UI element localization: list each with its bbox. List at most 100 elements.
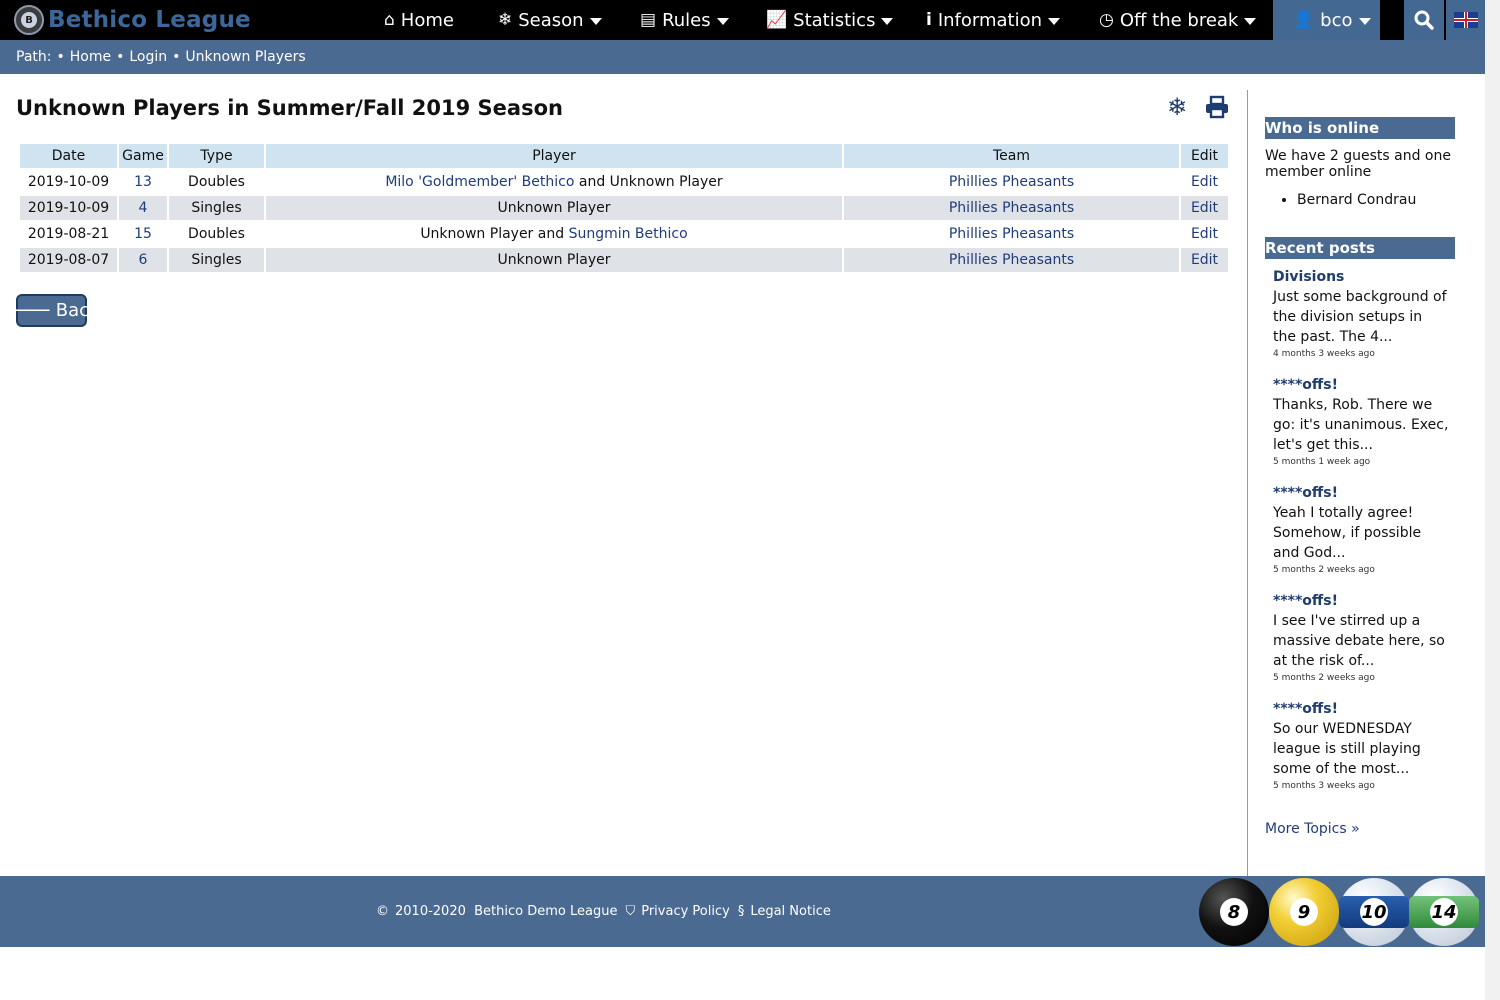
online-member: Bernard Condrau: [1297, 192, 1455, 208]
line-chart-icon: 📈: [766, 10, 788, 30]
column-header-game[interactable]: Game: [119, 144, 167, 168]
post-title-link[interactable]: ****offs!: [1273, 485, 1338, 501]
table-row: 2019-08-07 6 Singles Unknown Player Phil…: [20, 248, 1228, 272]
edit-link[interactable]: Edit: [1191, 252, 1218, 268]
recent-post: ****offs! I see I've stirred up a massiv…: [1273, 593, 1449, 683]
copyright-icon: ©: [376, 904, 389, 919]
print-icon[interactable]: [1204, 94, 1230, 120]
nav-season[interactable]: ❄ Season: [498, 0, 602, 40]
player-text: and Unknown Player: [574, 174, 723, 190]
recent-post: ****offs! Yeah I totally agree! Somehow,…: [1273, 485, 1449, 575]
post-title-link[interactable]: ****offs!: [1273, 701, 1338, 717]
page-scrollbar[interactable]: [1485, 0, 1500, 1000]
sidebar-divider: [1247, 90, 1248, 876]
recent-post: Divisions Just some background of the di…: [1273, 269, 1449, 359]
edit-link[interactable]: Edit: [1191, 174, 1218, 190]
eight-ball-icon: 8: [1199, 878, 1269, 946]
nav-off-the-break-label: Off the break: [1119, 9, 1239, 31]
team-link[interactable]: Phillies Pheasants: [949, 174, 1074, 190]
post-excerpt: Just some background of the division set…: [1273, 289, 1447, 345]
cell-type: Doubles: [169, 170, 264, 194]
search-button[interactable]: [1404, 0, 1444, 40]
copyright-text: 2010-2020 Bethico Demo League: [395, 904, 618, 919]
table-row: 2019-10-09 4 Singles Unknown Player Phil…: [20, 196, 1228, 220]
brand-logo[interactable]: B Bethico League: [14, 5, 251, 35]
online-members-list: Bernard Condrau: [1265, 192, 1455, 208]
table-row: 2019-08-21 15 Doubles Unknown Player and…: [20, 222, 1228, 246]
player-link[interactable]: Sungmin Bethico: [569, 226, 688, 242]
cell-player: Unknown Player: [266, 196, 842, 220]
cell-date: 2019-08-07: [20, 248, 117, 272]
legal-notice-link[interactable]: Legal Notice: [750, 904, 831, 919]
billiard-balls-graphic: 8 9 10 14: [1199, 878, 1479, 946]
search-icon: [1414, 10, 1434, 30]
game-link[interactable]: 4: [139, 200, 148, 216]
edit-link[interactable]: Edit: [1191, 200, 1218, 216]
brand-name: Bethico League: [48, 7, 251, 33]
page-title: Unknown Players in Summer/Fall 2019 Seas…: [16, 96, 563, 120]
column-header-type[interactable]: Type: [169, 144, 264, 168]
edit-link[interactable]: Edit: [1191, 226, 1218, 242]
game-link[interactable]: 6: [139, 252, 148, 268]
more-topics: More Topics »: [1265, 821, 1455, 837]
nav-information-label: Information: [937, 9, 1043, 31]
column-header-team[interactable]: Team: [844, 144, 1179, 168]
post-excerpt: I see I've stirred up a massive debate h…: [1273, 613, 1445, 669]
team-link[interactable]: Phillies Pheasants: [949, 200, 1074, 216]
column-header-date[interactable]: Date: [20, 144, 117, 168]
post-timestamp: 5 months 2 weeks ago: [1273, 673, 1375, 683]
caret-down-icon: [881, 18, 894, 25]
season-snowflake-icon[interactable]: ❄: [1164, 93, 1190, 121]
post-title-link[interactable]: Divisions: [1273, 269, 1344, 285]
top-navbar: B Bethico League ⌂ Home ❄ Season ▤ Rules…: [0, 0, 1485, 40]
document-icon: ▤: [640, 10, 657, 30]
shield-icon: ⛉: [625, 904, 636, 919]
nav-off-the-break[interactable]: ◷ Off the break: [1099, 0, 1257, 40]
breadcrumb-separator: •: [116, 49, 125, 65]
breadcrumb-login[interactable]: Login: [129, 49, 167, 65]
info-icon: i: [926, 10, 932, 30]
unknown-players-table: Date Game Type Player Team Edit 2019-10-…: [18, 142, 1230, 274]
footer: © 2010-2020 Bethico Demo League ⛉ Privac…: [0, 876, 1485, 947]
column-header-edit: Edit: [1181, 144, 1228, 168]
breadcrumb-current: Unknown Players: [185, 49, 306, 65]
player-link[interactable]: Milo 'Goldmember' Bethico: [385, 174, 574, 190]
fourteen-ball-icon: 14: [1409, 878, 1479, 946]
online-summary: We have 2 guests and one member online: [1265, 148, 1451, 180]
post-timestamp: 5 months 2 weeks ago: [1273, 565, 1375, 575]
caret-down-icon: [589, 18, 602, 25]
nav-rules-label: Rules: [662, 9, 711, 31]
team-link[interactable]: Phillies Pheasants: [949, 252, 1074, 268]
caret-down-icon: [1358, 18, 1371, 25]
nav-home[interactable]: ⌂ Home: [384, 0, 454, 40]
nav-rules[interactable]: ▤ Rules: [640, 0, 729, 40]
breadcrumb-home[interactable]: Home: [70, 49, 111, 65]
game-link[interactable]: 15: [134, 226, 152, 242]
back-button[interactable]: 🡐 Back: [4, 294, 100, 327]
more-topics-link[interactable]: More Topics »: [1265, 821, 1360, 837]
clock-icon: ◷: [1099, 10, 1114, 30]
nav-user-menu[interactable]: 👤 bco: [1273, 0, 1380, 40]
team-link[interactable]: Phillies Pheasants: [949, 226, 1074, 242]
post-title-link[interactable]: ****offs!: [1273, 377, 1338, 393]
language-selector[interactable]: [1446, 0, 1485, 40]
breadcrumb: Path: • Home • Login • Unknown Players: [0, 40, 1485, 74]
post-timestamp: 5 months 1 week ago: [1273, 457, 1371, 467]
nav-statistics[interactable]: 📈 Statistics: [766, 0, 894, 40]
nine-ball-icon: 9: [1269, 878, 1339, 946]
game-link[interactable]: 13: [134, 174, 152, 190]
privacy-policy-link[interactable]: Privacy Policy: [641, 904, 730, 919]
logo-ball-icon: B: [14, 5, 44, 35]
cell-date: 2019-10-09: [20, 170, 117, 194]
column-header-player[interactable]: Player: [266, 144, 842, 168]
caret-down-icon: [1244, 18, 1257, 25]
breadcrumb-separator: •: [56, 49, 65, 65]
post-title-link[interactable]: ****offs!: [1273, 593, 1338, 609]
nav-information[interactable]: i Information: [926, 0, 1061, 40]
post-timestamp: 4 months 3 weeks ago: [1273, 349, 1375, 359]
recent-posts-heading: Recent posts: [1265, 237, 1455, 259]
title-row: Unknown Players in Summer/Fall 2019 Seas…: [16, 90, 1230, 130]
footer-links: © 2010-2020 Bethico Demo League ⛉ Privac…: [376, 876, 831, 947]
nav-user-label: bco: [1320, 9, 1353, 31]
cell-date: 2019-08-21: [20, 222, 117, 246]
